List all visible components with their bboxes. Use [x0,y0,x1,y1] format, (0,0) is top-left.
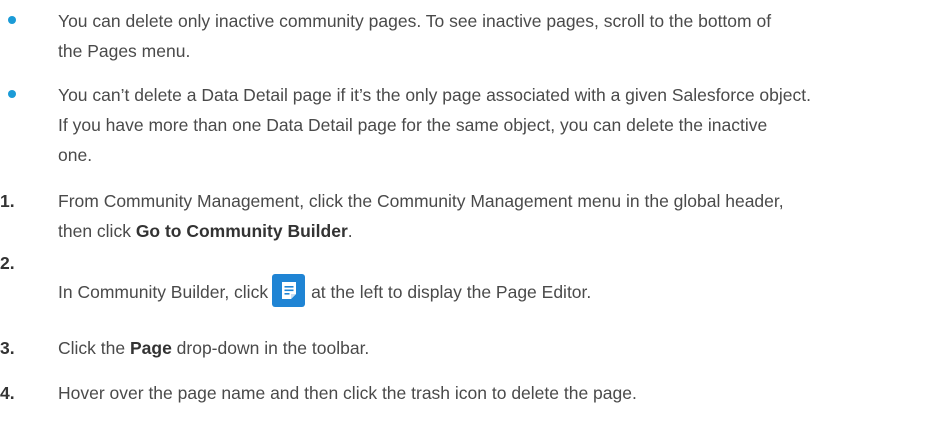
step-text-line: In Community Builder, click at the left t… [58,260,950,307]
step-item: 3. Click the Page drop-down in the toolb… [0,333,950,363]
bullet-dot-icon [8,90,16,98]
step-number: 1. [0,191,15,211]
step-item: 1. From Community Management, click the … [0,186,950,246]
step-text: drop-down in the toolbar. [171,338,370,358]
step-text-line: Click the Page drop-down in the toolbar. [58,333,950,363]
step-text: In Community Builder, click [58,282,269,302]
bullet-item: You can delete only inactive community p… [8,6,948,66]
page-editor-icon [272,274,306,307]
bullet-text-line: You can delete only inactive community p… [58,11,772,31]
bullet-dot-icon [8,16,16,24]
step-text-line: then click Go to Community Builder. [58,216,950,246]
bullet-text-line: If you have more than one Data Detail pa… [58,115,768,135]
step-text-line: From Community Management, click the Com… [58,191,784,211]
step-text-line: Hover over the page name and then click … [58,383,637,403]
page-label: Page [129,338,172,358]
step-number: 4. [0,383,15,403]
step-number: 3. [0,338,15,358]
go-to-community-builder-label: Go to Community Builder [135,221,348,241]
bullet-text-line: one. [58,145,93,165]
step-item: 2. In Community Builder, click at the lef… [0,253,950,307]
step-text: . [347,221,353,241]
step-item: 4. Hover over the page name and then cli… [0,378,950,408]
step-text: at the left to display the Page Editor. [311,282,592,302]
bullet-text-line: the Pages menu. [58,41,191,61]
step-text: Click the [58,338,130,358]
bullet-text-line: You can’t delete a Data Detail page if i… [58,85,811,105]
step-text: then click [58,221,136,241]
step-number: 2. [0,253,15,273]
bullet-item: You can’t delete a Data Detail page if i… [8,80,948,170]
